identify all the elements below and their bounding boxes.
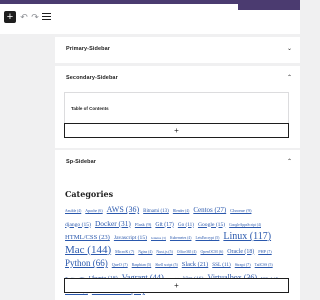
add-block-button[interactable]: + bbox=[64, 278, 289, 293]
category-tag-link[interactable]: Oracle (18) bbox=[227, 249, 254, 255]
redo-icon[interactable]: ↷ bbox=[30, 11, 40, 23]
widget-area-secondary-sidebar[interactable]: Secondary-Sidebar ⌃ Table of Contents + bbox=[55, 66, 300, 148]
table-of-contents-block[interactable]: Table of Contents bbox=[64, 92, 289, 126]
category-tag-link[interactable]: Python (66) bbox=[65, 258, 108, 268]
category-tag-link[interactable]: Shell script (5) bbox=[155, 263, 178, 267]
chevron-up-icon[interactable]: ⌃ bbox=[287, 158, 292, 165]
category-tag-link[interactable]: Go (11) bbox=[178, 222, 194, 228]
widget-area-sp-sidebar[interactable]: Sp-Sidebar ⌃ Categories Ansible (4) Apac… bbox=[55, 150, 300, 300]
table-of-contents-title: Table of Contents bbox=[71, 106, 109, 111]
category-tag-link[interactable]: HTML/CSS (23) bbox=[65, 234, 110, 241]
category-tag-link[interactable]: Google (15) bbox=[198, 222, 225, 228]
category-tag-link[interactable]: LetsEncrypt (5) bbox=[195, 236, 219, 240]
widget-area-primary-sidebar[interactable]: Primary-Sidebar ⌄ bbox=[55, 37, 300, 63]
category-tag-link[interactable]: Kubernetes (4) bbox=[170, 236, 191, 240]
toolbar-corner-accent bbox=[238, 0, 300, 10]
block-inserter-button[interactable]: + bbox=[4, 11, 16, 23]
list-view-icon[interactable] bbox=[42, 13, 51, 21]
category-tag-link[interactable]: Flask (9) bbox=[135, 222, 151, 227]
widget-area-header[interactable]: Secondary-Sidebar ⌃ bbox=[55, 66, 300, 92]
category-tag-link[interactable]: Raspbian (5) bbox=[132, 263, 152, 267]
widget-area-title: Primary-Sidebar bbox=[66, 46, 110, 52]
category-tag-link[interactable]: MicroK (7) bbox=[115, 249, 134, 254]
category-tag-link[interactable]: Strapi (7) bbox=[235, 262, 251, 267]
category-tag-link[interactable]: TailCSS (5) bbox=[255, 263, 273, 267]
chevron-down-icon[interactable]: ⌄ bbox=[287, 45, 292, 52]
category-tag-link[interactable]: Centos (27) bbox=[193, 206, 226, 214]
category-tag-link[interactable]: Slack (21) bbox=[182, 261, 208, 268]
undo-icon[interactable]: ↶ bbox=[19, 11, 29, 23]
category-tag-link[interactable]: GoogleAppsScript (4) bbox=[229, 223, 261, 227]
category-tag-link[interactable]: Git (17) bbox=[155, 222, 174, 228]
widget-area-header[interactable]: Primary-Sidebar ⌄ bbox=[55, 37, 300, 63]
category-tag-link[interactable]: Apache (6) bbox=[85, 209, 102, 213]
category-tag-link[interactable]: OpenOCM (6) bbox=[200, 250, 223, 254]
category-tag-link[interactable]: Chrome (9) bbox=[230, 208, 251, 213]
category-tag-link[interactable]: Docker (31) bbox=[95, 219, 131, 228]
widget-area-title: Sp-Sidebar bbox=[66, 159, 97, 165]
category-tag-link[interactable]: AWS (36) bbox=[107, 205, 139, 214]
category-tag-link[interactable]: Ansible (4) bbox=[65, 209, 81, 213]
chevron-up-icon[interactable]: ⌃ bbox=[287, 74, 292, 81]
add-block-button[interactable]: + bbox=[64, 123, 289, 138]
category-tag-link[interactable]: Nginx (4) bbox=[138, 250, 152, 254]
category-tag-link[interactable]: Linux (117) bbox=[223, 231, 271, 242]
widget-area-title: Secondary-Sidebar bbox=[66, 75, 118, 81]
category-tag-link[interactable]: Blender (4) bbox=[173, 209, 189, 213]
categories-heading: Categories bbox=[65, 189, 114, 199]
widget-area-header[interactable]: Sp-Sidebar ⌃ bbox=[55, 150, 300, 176]
category-tag-link[interactable]: Mac (144) bbox=[65, 244, 111, 256]
editor-toolbar: + ↶ ↷ bbox=[0, 0, 300, 34]
category-tag-link[interactable]: Jenkins (3) bbox=[151, 236, 166, 240]
category-tag-link[interactable]: QueO (7) bbox=[112, 262, 128, 267]
category-tag-link[interactable]: Nuxt.js (5) bbox=[156, 250, 172, 254]
category-tag-link[interactable]: SSL (11) bbox=[212, 262, 231, 268]
category-tag-link[interactable]: PHP (7) bbox=[258, 249, 271, 254]
category-tag-link[interactable]: Bitnami (13) bbox=[143, 209, 169, 214]
category-tag-link[interactable]: Office365 (4) bbox=[177, 250, 197, 254]
category-tag-link[interactable]: django (15) bbox=[65, 222, 91, 228]
category-tag-link[interactable]: Javascript (15) bbox=[114, 235, 147, 241]
